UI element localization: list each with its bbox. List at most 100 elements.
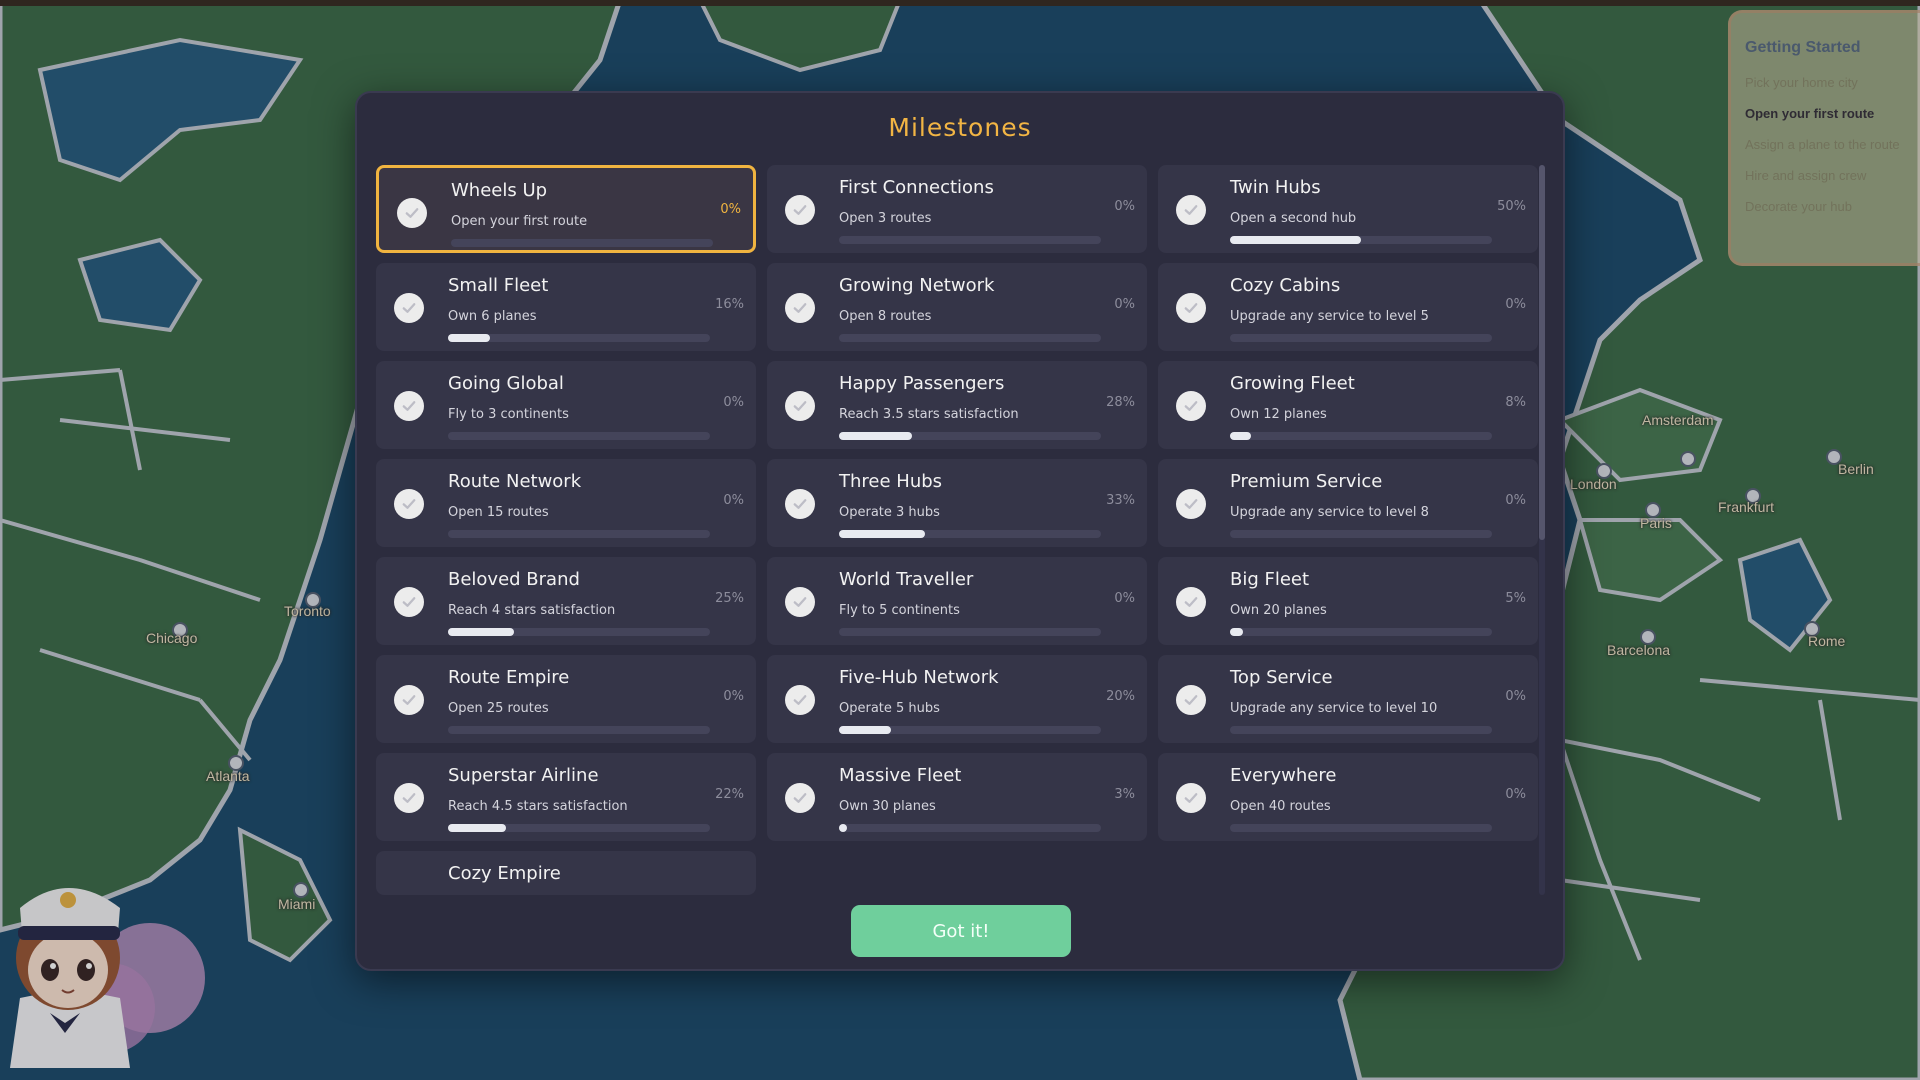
milestone-progress-fill: [448, 824, 506, 832]
milestone-percent: 20%: [1106, 689, 1135, 704]
milestone-description: Upgrade any service to level 10: [1230, 701, 1438, 716]
milestone-percent: 5%: [1505, 591, 1526, 606]
milestone-card-cozy-empire[interactable]: Cozy Empire: [376, 851, 756, 895]
milestone-card-small-fleet[interactable]: Small Fleet Own 6 planes 16%: [376, 263, 756, 351]
milestone-description: Operate 5 hubs: [839, 701, 940, 716]
check-icon: [1176, 293, 1206, 323]
milestone-name: Three Hubs: [839, 471, 943, 492]
milestone-card-wheels-up[interactable]: Wheels Up Open your first route 0%: [376, 165, 756, 253]
check-icon: [785, 685, 815, 715]
milestone-progress-bar: [839, 628, 1101, 636]
milestone-percent: 0%: [1505, 297, 1526, 312]
milestone-name: Top Service: [1230, 667, 1333, 688]
milestone-progress-bar: [1230, 530, 1492, 538]
milestone-progress-bar: [448, 628, 710, 636]
milestone-progress-fill: [839, 432, 913, 440]
milestone-progress-fill: [839, 824, 847, 832]
milestone-progress-fill: [448, 628, 514, 636]
milestones-scroll-area[interactable]: Wheels Up Open your first route 0% First Co…: [376, 165, 1546, 895]
milestone-progress-bar: [448, 726, 710, 734]
milestone-percent: 0%: [1505, 787, 1526, 802]
milestone-description: Open 8 routes: [839, 309, 932, 324]
milestone-progress-bar: [839, 432, 1101, 440]
milestone-card-growing-fleet[interactable]: Growing Fleet Own 12 planes 8%: [1158, 361, 1538, 449]
milestone-card-big-fleet[interactable]: Big Fleet Own 20 planes 5%: [1158, 557, 1538, 645]
milestone-progress-bar: [448, 824, 710, 832]
milestone-percent: 0%: [723, 493, 744, 508]
milestone-name: Massive Fleet: [839, 765, 962, 786]
milestone-percent: 0%: [1505, 493, 1526, 508]
check-icon: [1176, 489, 1206, 519]
milestone-description: Reach 4 stars satisfaction: [448, 603, 616, 618]
milestone-description: Upgrade any service to level 8: [1230, 505, 1429, 520]
check-icon: [785, 195, 815, 225]
got-it-button[interactable]: Got it!: [851, 905, 1071, 957]
scrollbar[interactable]: [1539, 165, 1545, 895]
milestone-card-route-empire[interactable]: Route Empire Open 25 routes 0%: [376, 655, 756, 743]
milestone-name: Growing Fleet: [1230, 373, 1355, 394]
milestone-description: Open a second hub: [1230, 211, 1357, 226]
check-icon: [394, 489, 424, 519]
milestone-name: Twin Hubs: [1230, 177, 1321, 198]
milestone-percent: 0%: [720, 202, 741, 217]
milestone-card-first-connections[interactable]: First Connections Open 3 routes 0%: [767, 165, 1147, 253]
milestone-description: Open 15 routes: [448, 505, 549, 520]
milestone-percent: 0%: [723, 689, 744, 704]
milestone-progress-fill: [839, 530, 926, 538]
milestone-name: World Traveller: [839, 569, 974, 590]
milestone-percent: 25%: [715, 591, 744, 606]
milestone-name: Premium Service: [1230, 471, 1383, 492]
milestone-card-twin-hubs[interactable]: Twin Hubs Open a second hub 50%: [1158, 165, 1538, 253]
milestone-card-going-global[interactable]: Going Global Fly to 3 continents 0%: [376, 361, 756, 449]
check-icon: [785, 391, 815, 421]
milestone-description: Own 6 planes: [448, 309, 537, 324]
milestone-name: Growing Network: [839, 275, 995, 296]
milestone-percent: 16%: [715, 297, 744, 312]
milestone-progress-fill: [448, 334, 490, 342]
milestone-progress-bar: [839, 824, 1101, 832]
milestone-description: Open 25 routes: [448, 701, 549, 716]
milestone-percent: 0%: [1114, 591, 1135, 606]
milestone-description: Own 30 planes: [839, 799, 936, 814]
check-icon: [1176, 391, 1206, 421]
milestone-name: Big Fleet: [1230, 569, 1310, 590]
milestone-percent: 33%: [1106, 493, 1135, 508]
milestone-percent: 50%: [1497, 199, 1526, 214]
milestone-description: Reach 3.5 stars satisfaction: [839, 407, 1019, 422]
milestone-percent: 28%: [1106, 395, 1135, 410]
milestone-card-premium-service[interactable]: Premium Service Upgrade any service to le…: [1158, 459, 1538, 547]
milestone-card-three-hubs[interactable]: Three Hubs Operate 3 hubs 33%: [767, 459, 1147, 547]
check-icon: [1176, 587, 1206, 617]
milestone-card-growing-network[interactable]: Growing Network Open 8 routes 0%: [767, 263, 1147, 351]
milestone-name: Route Network: [448, 471, 582, 492]
scrollbar-thumb[interactable]: [1539, 165, 1545, 540]
milestone-card-five-hub-network[interactable]: Five-Hub Network Operate 5 hubs 20%: [767, 655, 1147, 743]
milestone-progress-bar: [448, 432, 710, 440]
milestone-card-cozy-cabins[interactable]: Cozy Cabins Upgrade any service to level …: [1158, 263, 1538, 351]
milestone-card-world-traveller[interactable]: World Traveller Fly to 5 continents 0%: [767, 557, 1147, 645]
milestone-card-route-network[interactable]: Route Network Open 15 routes 0%: [376, 459, 756, 547]
milestone-progress-bar: [451, 239, 713, 247]
milestone-name: Beloved Brand: [448, 569, 580, 590]
milestone-card-beloved-brand[interactable]: Beloved Brand Reach 4 stars satisfaction 2…: [376, 557, 756, 645]
milestone-card-top-service[interactable]: Top Service Upgrade any service to level …: [1158, 655, 1538, 743]
milestone-progress-bar: [839, 334, 1101, 342]
check-icon: [394, 587, 424, 617]
milestone-card-everywhere[interactable]: Everywhere Open 40 routes 0%: [1158, 753, 1538, 841]
milestone-name: Everywhere: [1230, 765, 1337, 786]
milestone-description: Upgrade any service to level 5: [1230, 309, 1429, 324]
milestone-progress-bar: [1230, 726, 1492, 734]
milestone-description: Fly to 5 continents: [839, 603, 960, 618]
milestone-progress-bar: [1230, 236, 1492, 244]
milestones-grid: Wheels Up Open your first route 0% First Co…: [376, 165, 1546, 895]
milestone-progress-bar: [1230, 628, 1492, 636]
check-icon: [397, 198, 427, 228]
milestone-name: Cozy Cabins: [1230, 275, 1341, 296]
check-icon: [785, 489, 815, 519]
milestone-description: Operate 3 hubs: [839, 505, 940, 520]
milestone-card-superstar-airline[interactable]: Superstar Airline Reach 4.5 stars satisfa…: [376, 753, 756, 841]
milestone-card-happy-passengers[interactable]: Happy Passengers Reach 3.5 stars satisfac…: [767, 361, 1147, 449]
check-icon: [1176, 783, 1206, 813]
milestone-card-massive-fleet[interactable]: Massive Fleet Own 30 planes 3%: [767, 753, 1147, 841]
milestone-percent: 3%: [1114, 787, 1135, 802]
